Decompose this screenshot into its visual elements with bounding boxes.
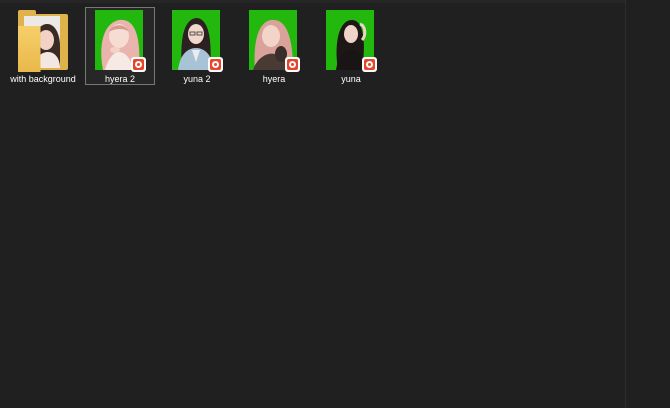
file-grid: with background hyera 2 yuna 2 hyera yun… [8, 7, 393, 85]
folder-thumbnail [18, 10, 68, 72]
file-label: yuna 2 [183, 74, 211, 84]
file-label: yuna [341, 74, 361, 84]
file-item-hyera-2[interactable]: hyera 2 [85, 7, 155, 85]
app-badge-icon [131, 57, 146, 72]
file-view-pane[interactable]: with background hyera 2 yuna 2 hyera yun… [0, 0, 625, 408]
app-badge-icon [208, 57, 223, 72]
file-label: hyera 2 [104, 74, 136, 84]
image-thumbnail [172, 10, 223, 72]
file-item-yuna[interactable]: yuna [316, 7, 386, 85]
image-thumbnail [249, 10, 300, 72]
app-badge-icon [285, 57, 300, 72]
file-item-with-background[interactable]: with background [8, 7, 78, 85]
image-thumbnail [95, 10, 146, 72]
details-pane [626, 0, 670, 408]
app-badge-icon [362, 57, 377, 72]
file-explorer-window: with background hyera 2 yuna 2 hyera yun… [0, 0, 670, 408]
file-item-yuna-2[interactable]: yuna 2 [162, 7, 232, 85]
file-label: hyera [262, 74, 286, 84]
file-label: with background [10, 74, 76, 84]
file-item-hyera[interactable]: hyera [239, 7, 309, 85]
image-thumbnail [326, 10, 377, 72]
